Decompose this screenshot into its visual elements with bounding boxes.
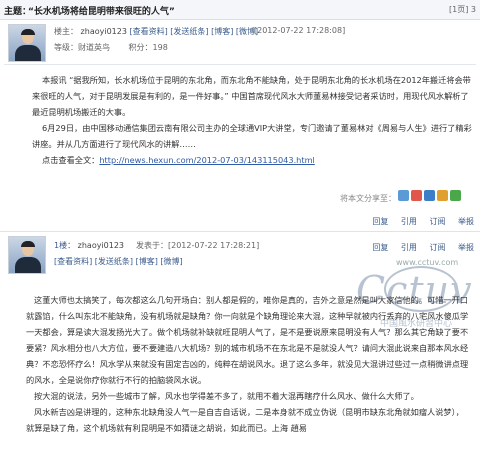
share-weibo-icon[interactable] (411, 190, 422, 201)
post-header: 1楼： zhaoyi0123 发表于：[2012-07-22 17:28:21] (54, 240, 259, 251)
post-original: 楼主： zhaoyi0123 [查看资料] [发送纸条] [博客] [微博] [… (0, 20, 480, 232)
floor-label: 楼主： (54, 27, 78, 36)
weibo-link[interactable]: [微博] (160, 257, 182, 266)
blog-link[interactable]: [博客] (136, 257, 158, 266)
article-link[interactable]: http://news.hexun.com/2012-07-03/1431150… (99, 155, 315, 165)
topic-label: 主题： (4, 7, 32, 17)
post-actions: 回复 引用 订阅 举报 (362, 242, 474, 253)
share-qq-icon[interactable] (398, 190, 409, 201)
send-message-link[interactable]: [发送纸条] (170, 27, 208, 36)
reply-button[interactable]: 回复 (372, 217, 388, 226)
share-label: 将本文分享至： (340, 194, 396, 203)
user-level: 等级：财道英鸟 (54, 43, 110, 52)
topic-title: “长水机场将给昆明带来很旺的人气” (28, 7, 175, 17)
user-points: 积分：198 (128, 43, 168, 52)
post-date: [2012-07-22 17:28:08] (254, 26, 346, 35)
watermark-url: www.cctuv.com (396, 258, 459, 267)
post-reply: 1楼： zhaoyi0123 发表于：[2012-07-22 17:28:21]… (0, 234, 480, 454)
floor-label: 1楼： (54, 241, 76, 250)
post-body: 这董大师也太搞笑了，每次都这么几句开场白：别人都是假的，唯你是真的，吉外之意是然… (26, 292, 470, 436)
post-body: 本报讯 “据我所知，长水机场位于昆明的东北角，而东北角不能缺角，处于昆明东北角的… (32, 72, 472, 168)
post-actions: 回复 引用 订阅 举报 (362, 216, 474, 227)
avatar[interactable] (8, 236, 46, 274)
divider (4, 64, 476, 65)
avatar[interactable] (8, 24, 46, 62)
post-date: 发表于：[2012-07-22 17:28:21] (136, 241, 260, 250)
user-links: [查看资料] [发送纸条] [博客] [微博] (54, 256, 183, 267)
topic-bar: 主题： “长水机场将给昆明带来很旺的人气” [1页] 3 (0, 0, 480, 20)
post-header: 楼主： zhaoyi0123 [查看资料] [发送纸条] [博客] [微博] [… (54, 26, 345, 37)
subscribe-button[interactable]: 订阅 (429, 243, 445, 252)
author-name[interactable]: zhaoyi0123 (81, 27, 127, 36)
author-name[interactable]: zhaoyi0123 (78, 241, 124, 250)
pager[interactable]: [1页] 3 (449, 4, 476, 15)
blog-link[interactable]: [博客] (211, 27, 233, 36)
share-renren-icon[interactable] (424, 190, 435, 201)
paragraph: 点击查看全文：http://news.hexun.com/2012-07-03/… (32, 152, 472, 168)
report-button[interactable]: 举报 (458, 217, 474, 226)
paragraph: 本报讯 “据我所知，长水机场位于昆明的东北角，而东北角不能缺角，处于昆明东北角的… (32, 75, 471, 117)
view-profile-link[interactable]: [查看资料] (54, 257, 92, 266)
send-message-link[interactable]: [发送纸条] (95, 257, 133, 266)
paragraph: 按大混的说法，另外一些城市了解，风水也学得差不多了，就用不着大混再瞎疗什么风水、… (34, 391, 419, 401)
paragraph: 6月29日，由中国移动通信集团云南有限公司主办的全球通VIP大讲堂，专门邀请了董… (32, 123, 472, 149)
user-stats: 等级：财道英鸟 积分：198 (54, 42, 168, 53)
view-profile-link[interactable]: [查看资料] (129, 27, 167, 36)
quote-button[interactable]: 引用 (401, 243, 417, 252)
quote-button[interactable]: 引用 (401, 217, 417, 226)
read-more-label: 点击查看全文： (42, 155, 100, 165)
paragraph: 风水新吉凶是讲理的，这种东北缺角没人气一是自吉自话说，二是本身就不成立伪说（昆明… (26, 407, 464, 433)
reply-button[interactable]: 回复 (372, 243, 388, 252)
share-kaixin-icon[interactable] (437, 190, 448, 201)
paragraph: 这董大师也太搞笑了，每次都这么几句开场白：别人都是假的，唯你是真的，吉外之意是然… (26, 295, 469, 385)
share-douban-icon[interactable] (450, 190, 461, 201)
subscribe-button[interactable]: 订阅 (429, 217, 445, 226)
report-button[interactable]: 举报 (458, 243, 474, 252)
share-icons (398, 190, 468, 202)
